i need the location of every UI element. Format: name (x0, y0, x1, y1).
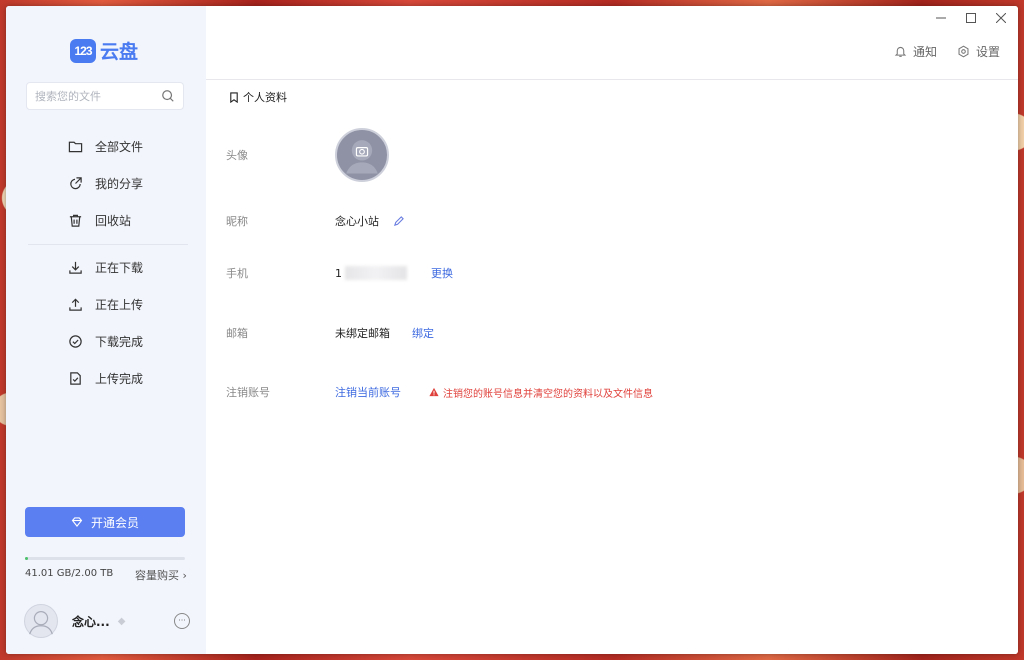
sidebar-item-downloading[interactable]: 正在下载 (6, 249, 206, 286)
page-title-text: 个人资料 (243, 91, 287, 104)
profile-row-phone: 手机 1 更换 (226, 265, 453, 281)
maximize-icon[interactable] (964, 11, 978, 25)
sidebar-item-download-complete[interactable]: 下载完成 (6, 323, 206, 360)
vip-badge-icon: ◆ (117, 615, 126, 627)
avatar-label: 头像 (226, 149, 248, 162)
search-box[interactable] (26, 82, 184, 110)
nickname-value: 念心小站 (335, 215, 379, 228)
storage-usage-text: 41.01 GB/2.00 TB (25, 568, 114, 579)
check-circle-icon (69, 335, 82, 348)
change-phone-link[interactable]: 更换 (431, 265, 453, 281)
header-actions: 通知 设置 (894, 43, 1000, 60)
sidebar-item-label: 上传完成 (95, 372, 144, 386)
app-logo: 123 云盘 (70, 37, 138, 64)
profile-row-cancel-account: 注销账号 注销当前账号 注销您的账号信息并清空您的资料以及文件信息 (226, 384, 653, 400)
user-avatar-icon (29, 610, 53, 635)
profile-row-email: 邮箱 未绑定邮箱 绑定 (226, 325, 434, 341)
logo-text: 云盘 (100, 41, 139, 63)
sidebar-item-label: 回收站 (95, 214, 132, 228)
warning-icon (429, 387, 439, 397)
settings-button[interactable]: 设置 (957, 43, 1000, 60)
nickname-label: 昵称 (226, 215, 248, 228)
sidebar-item-all-files[interactable]: 全部文件 (6, 128, 206, 165)
page-title: 个人资料 (229, 89, 287, 105)
sidebar-item-recycle-bin[interactable]: 回收站 (6, 202, 206, 239)
sidebar: 123 云盘 全部文件 我的分享 (6, 6, 206, 654)
phone-value: 1 (335, 266, 342, 280)
user-panel: 念心... ◆ ··· (24, 604, 190, 638)
chevron-right-icon: › (182, 569, 187, 582)
buy-storage-label: 容量购买 (135, 569, 179, 582)
main-content: 通知 设置 个人资料 头像 昵称 念心小站 手机 1 更换 邮箱 未绑定邮箱 绑… (206, 6, 1018, 654)
sidebar-divider (28, 244, 188, 245)
settings-label: 设置 (975, 45, 1000, 59)
notify-label: 通知 (912, 45, 937, 59)
gear-icon (958, 45, 969, 58)
cancel-warning: 注销您的账号信息并清空您的资料以及文件信息 (429, 385, 653, 400)
search-input[interactable] (35, 89, 153, 103)
cancel-account-label: 注销账号 (226, 386, 270, 399)
sidebar-item-uploading[interactable]: 正在上传 (6, 286, 206, 323)
logo-badge: 123 (70, 38, 96, 63)
window-controls (934, 11, 1008, 25)
upload-icon (69, 298, 82, 311)
sidebar-item-label: 我的分享 (95, 177, 144, 191)
close-icon[interactable] (994, 11, 1008, 25)
sidebar-item-my-share[interactable]: 我的分享 (6, 165, 206, 202)
diamond-icon (71, 517, 83, 528)
trash-icon (69, 214, 82, 227)
profile-row-avatar: 头像 (226, 128, 389, 182)
app-window: 123 云盘 全部文件 我的分享 (6, 6, 1018, 654)
sidebar-item-label: 全部文件 (95, 140, 144, 154)
sidebar-item-label: 正在下载 (95, 261, 144, 275)
profile-row-nickname: 昵称 念心小站 (226, 213, 404, 229)
buy-storage-link[interactable]: 容量购买 › (135, 567, 187, 583)
storage-progress-fill (25, 557, 29, 560)
storage-progress-bar (25, 557, 185, 560)
more-options-button[interactable]: ··· (174, 613, 190, 629)
minimize-icon[interactable] (934, 11, 948, 25)
cancel-account-link[interactable]: 注销当前账号 (335, 384, 401, 400)
download-icon (69, 261, 82, 274)
folder-icon (68, 141, 83, 153)
bell-icon (894, 46, 907, 57)
header-divider (206, 79, 1018, 80)
nav-transfers: 正在下载 正在上传 下载完成 上传完成 (6, 249, 206, 397)
nav-files: 全部文件 我的分享 回收站 (6, 128, 206, 239)
bookmark-icon (230, 91, 238, 103)
user-name: 念心... (72, 614, 110, 629)
open-vip-button[interactable]: 开通会员 (25, 507, 185, 537)
camera-icon (346, 140, 378, 174)
sidebar-item-upload-complete[interactable]: 上传完成 (6, 360, 206, 397)
cancel-warning-text: 注销您的账号信息并清空您的资料以及文件信息 (443, 388, 653, 400)
share-icon (70, 177, 82, 190)
vip-button-label: 开通会员 (90, 515, 139, 530)
avatar[interactable] (24, 604, 58, 638)
profile-avatar[interactable] (335, 128, 389, 182)
phone-blurred-digits (345, 266, 407, 280)
check-file-icon (70, 372, 81, 385)
search-icon[interactable] (161, 89, 175, 103)
email-label: 邮箱 (226, 327, 248, 340)
bind-email-link[interactable]: 绑定 (412, 325, 434, 341)
phone-label: 手机 (226, 267, 248, 280)
sidebar-item-label: 下载完成 (95, 335, 144, 349)
email-value: 未绑定邮箱 (335, 327, 390, 340)
notify-button[interactable]: 通知 (894, 43, 937, 60)
edit-pencil-icon[interactable] (393, 215, 404, 227)
sidebar-item-label: 正在上传 (95, 298, 144, 312)
